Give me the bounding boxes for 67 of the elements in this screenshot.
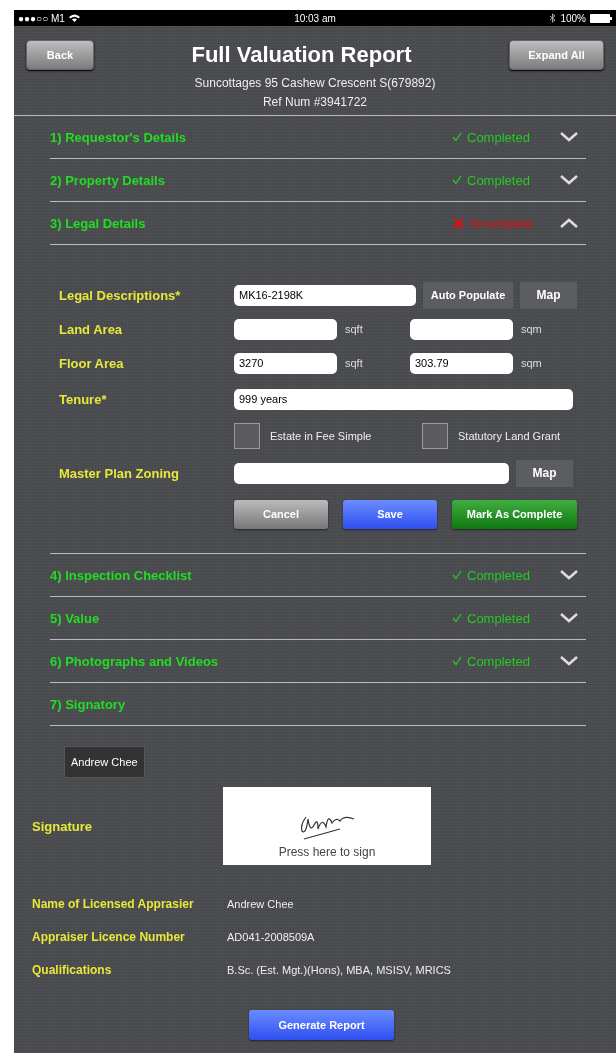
map-button[interactable]: Map xyxy=(520,281,577,309)
checkbox[interactable] xyxy=(422,423,448,449)
input-field[interactable]: 3270 xyxy=(234,352,337,374)
status-label: Completed xyxy=(467,567,530,583)
map-button[interactable]: Map xyxy=(516,459,573,487)
detail-value: AD041-2008509A xyxy=(227,930,315,943)
chevron-down-icon[interactable] xyxy=(560,132,578,142)
back-button[interactable]: Back xyxy=(26,39,94,70)
field-label: Tenure* xyxy=(58,391,108,407)
battery-label: 100% xyxy=(560,12,586,24)
auto-populate-button[interactable]: Auto Populate xyxy=(423,281,513,309)
mark-complete-button[interactable]: Mark As Complete xyxy=(452,499,577,529)
section-title[interactable]: 1) Requestor's Details xyxy=(50,129,452,145)
section-title[interactable]: 4) Inspection Checklist xyxy=(50,567,452,583)
bluetooth-icon xyxy=(550,13,557,23)
chevron-down-icon[interactable] xyxy=(560,656,578,666)
input-field[interactable]: 303.79 xyxy=(410,352,513,374)
section-title[interactable]: 6) Photographs and Videos xyxy=(50,653,452,669)
section-title[interactable]: 3) Legal Details xyxy=(50,215,452,231)
field-label: Land Area xyxy=(58,321,124,337)
field-label: Signature xyxy=(31,818,93,834)
page-title: Full Valuation Report xyxy=(191,41,412,68)
chevron-up-icon[interactable] xyxy=(560,218,578,228)
chevron-down-icon[interactable] xyxy=(560,613,578,623)
signature-pad[interactable]: Press here to sign xyxy=(223,787,431,865)
input-field[interactable]: MK16-2198K xyxy=(234,284,416,306)
input-field[interactable] xyxy=(234,462,509,484)
chevron-down-icon[interactable] xyxy=(560,570,578,580)
input-field[interactable] xyxy=(410,318,513,340)
status-label: Completed xyxy=(467,172,530,188)
section-title[interactable]: 7) Signatory xyxy=(50,696,578,712)
field-label: Floor Area xyxy=(58,355,125,371)
status-label: Completed xyxy=(467,610,530,626)
detail-label: Name of Licensed Apprasier xyxy=(31,896,195,911)
detail-value: B.Sc. (Est. Mgt.)(Hons), MBA, MSISV, MRICS xyxy=(227,963,451,976)
address-text: Suncottages 95 Cashew Crescent S(679892) xyxy=(194,75,436,92)
save-button[interactable]: Save xyxy=(343,499,437,529)
signature-hint: Press here to sign xyxy=(278,845,376,859)
status-label: Completed xyxy=(467,129,530,145)
reference-number: Ref Num #3941722 xyxy=(262,94,368,111)
section-title[interactable]: 5) Value xyxy=(50,610,452,626)
unit-label: sqm xyxy=(520,323,543,335)
carrier-label: ●●●○○ M1 xyxy=(18,12,65,24)
checkbox-label: Estate in Fee Simple xyxy=(270,430,373,442)
generate-report-button[interactable]: Generate Report xyxy=(249,1010,394,1040)
status-label: Incomplete xyxy=(470,215,534,231)
unit-label: sqm xyxy=(520,357,543,369)
field-label: Master Plan Zoning xyxy=(58,465,180,481)
battery-icon xyxy=(590,13,612,23)
input-field[interactable] xyxy=(234,318,337,340)
clock-label: 10:03 am xyxy=(294,12,336,24)
unit-label: sqft xyxy=(344,323,364,335)
detail-value: Andrew Chee xyxy=(227,897,294,910)
status-label: Completed xyxy=(467,653,530,669)
cancel-button[interactable]: Cancel xyxy=(234,499,328,529)
unit-label: sqft xyxy=(344,357,364,369)
checkbox-label: Statutory Land Grant xyxy=(458,430,561,442)
chevron-down-icon[interactable] xyxy=(560,175,578,185)
expand-all-button[interactable]: Expand All xyxy=(509,39,604,70)
field-label: Legal Descriptions* xyxy=(58,287,182,303)
checkbox[interactable] xyxy=(234,423,260,449)
name-chip[interactable]: Andrew Chee xyxy=(64,746,145,778)
section-title[interactable]: 2) Property Details xyxy=(50,172,452,188)
detail-label: Qualifications xyxy=(31,962,113,977)
wifi-icon xyxy=(68,14,80,22)
input-field[interactable]: 999 years xyxy=(234,388,573,410)
detail-label: Appraiser Licence Number xyxy=(31,929,186,944)
